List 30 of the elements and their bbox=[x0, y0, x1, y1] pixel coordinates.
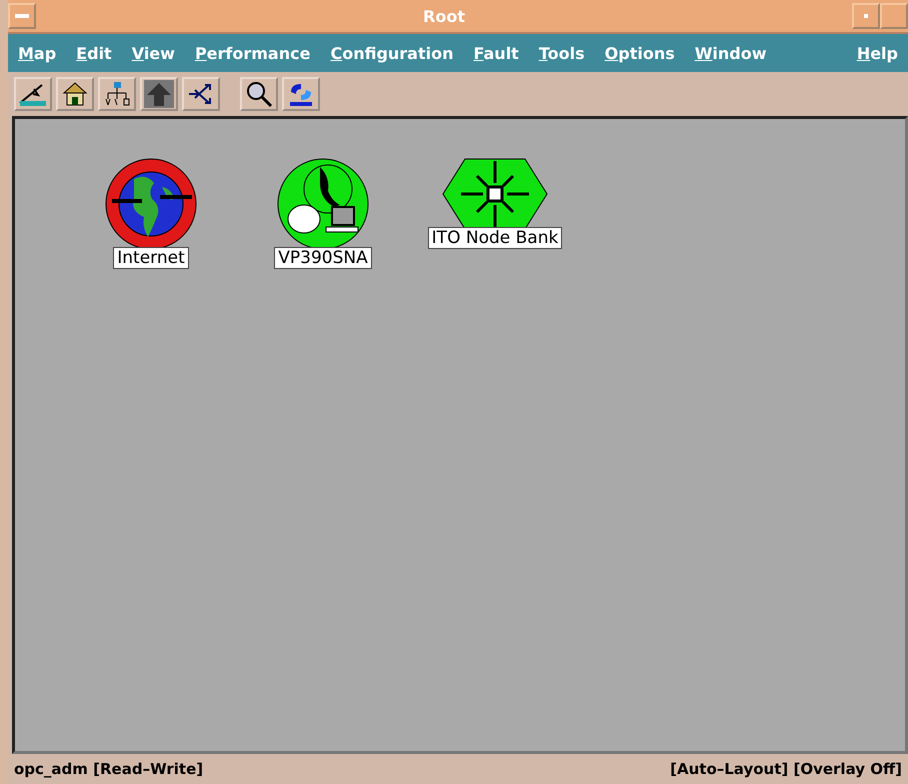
menu-item[interactable]: Fault bbox=[474, 44, 519, 62]
menu-item[interactable]: View bbox=[132, 44, 175, 62]
status-text: opc_adm [Read–Write] bbox=[14, 760, 204, 778]
hierarchy-icon bbox=[104, 81, 130, 107]
window-title: Root bbox=[422, 6, 466, 26]
symbol-label: VP390SNA bbox=[274, 247, 372, 269]
search-icon bbox=[245, 80, 273, 108]
menu-item[interactable]: Performance bbox=[194, 44, 310, 62]
menu-item[interactable]: Edit bbox=[76, 44, 112, 62]
toolbar-button[interactable] bbox=[140, 77, 178, 111]
house-icon bbox=[62, 81, 88, 107]
menu-item[interactable]: Configuration bbox=[330, 44, 454, 62]
toolbar-button[interactable] bbox=[14, 77, 52, 111]
up-arrow-icon bbox=[144, 80, 174, 108]
status-text: [Auto–Layout] [Overlay Off] bbox=[670, 760, 902, 778]
menu-item[interactable]: Window bbox=[694, 44, 766, 62]
toolbar-button[interactable] bbox=[240, 77, 278, 111]
minimize-button[interactable] bbox=[852, 3, 880, 29]
toolbar-button[interactable] bbox=[182, 77, 220, 111]
toolbar-button[interactable] bbox=[282, 77, 320, 111]
minus-icon bbox=[15, 14, 29, 18]
menu-item[interactable]: Map bbox=[18, 44, 56, 62]
symbol-label: Internet bbox=[113, 247, 189, 269]
menu-item[interactable]: Help bbox=[856, 44, 898, 62]
toolbar-button[interactable] bbox=[98, 77, 136, 111]
menu-item[interactable]: Tools bbox=[538, 44, 585, 62]
symbol-label: ITO Node Bank bbox=[428, 227, 562, 249]
window-menu-button[interactable] bbox=[8, 3, 36, 29]
toolbar-button[interactable] bbox=[56, 77, 94, 111]
menu-item[interactable]: Options bbox=[604, 44, 675, 62]
